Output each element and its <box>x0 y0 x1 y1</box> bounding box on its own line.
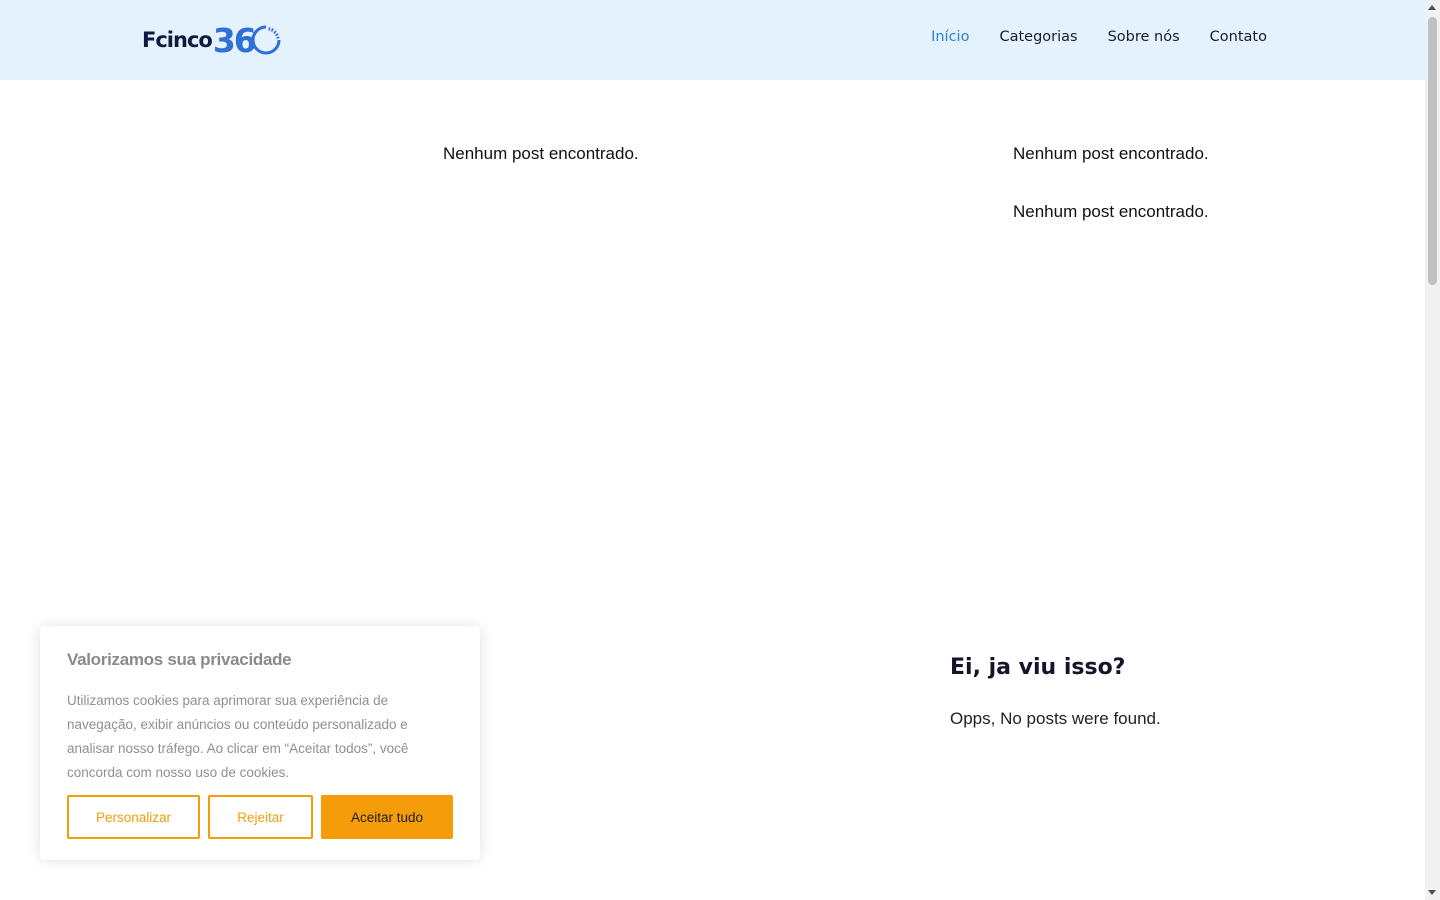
widget-title: Ei, ja viu isso? <box>950 655 1126 680</box>
no-posts-message: Nenhum post encontrado. <box>443 144 639 163</box>
accept-all-button[interactable]: Aceitar tudo <box>321 795 453 839</box>
scroll-thumb[interactable] <box>1428 17 1437 285</box>
no-posts-message: Nenhum post encontrado. <box>1013 144 1209 163</box>
site-logo[interactable]: Fcinco 36 <box>142 22 281 58</box>
nav-item-contato[interactable]: Contato <box>1210 29 1267 45</box>
no-posts-message: Nenhum post encontrado. <box>1013 202 1209 221</box>
scroll-up-arrow-icon[interactable] <box>1428 5 1436 10</box>
logo-text-prefix: Fcinco <box>142 28 213 52</box>
main-nav: Início Categorias Sobre nós Contato <box>931 29 1267 45</box>
customize-button[interactable]: Personalizar <box>67 795 200 839</box>
nav-item-sobre-nos[interactable]: Sobre nós <box>1108 29 1180 45</box>
cookie-consent-banner: Valorizamos sua privacidade Utilizamos c… <box>40 626 480 860</box>
scroll-down-arrow-icon[interactable] <box>1428 890 1436 895</box>
cookie-buttons: Personalizar Rejeitar Aceitar tudo <box>67 795 453 839</box>
nav-item-categorias[interactable]: Categorias <box>999 29 1077 45</box>
nav-item-inicio[interactable]: Início <box>931 29 969 45</box>
logo-text-number: 36 <box>212 20 257 60</box>
site-header: Fcinco 36 Início Categorias Sobre nós Co… <box>0 0 1425 80</box>
page-scrollbar[interactable] <box>1425 0 1440 900</box>
widget-text: Opps, No posts were found. <box>950 709 1161 728</box>
ring-zero-icon <box>251 25 281 55</box>
cookie-title: Valorizamos sua privacidade <box>67 650 292 669</box>
cookie-description: Utilizamos cookies para aprimorar sua ex… <box>67 693 409 780</box>
reject-button[interactable]: Rejeitar <box>208 795 313 839</box>
